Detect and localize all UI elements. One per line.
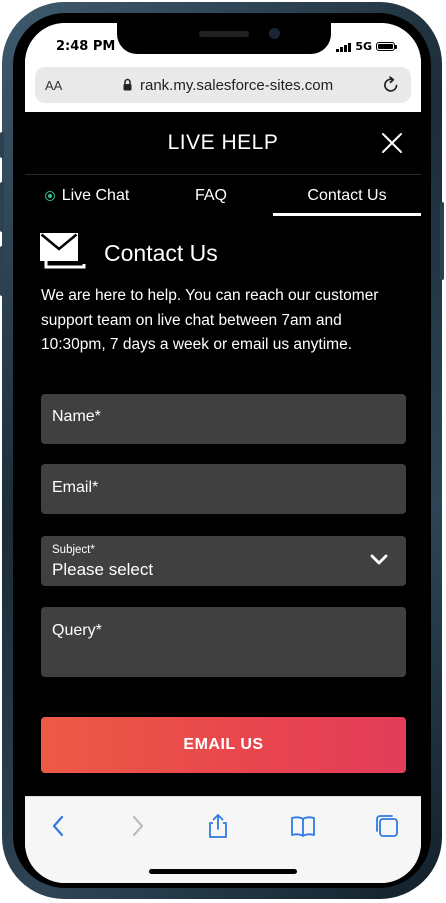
subject-value: Please select: [52, 560, 154, 579]
contact-us-heading: Contact Us: [104, 240, 218, 266]
live-help-title: LIVE HELP: [167, 131, 279, 154]
front-camera: [269, 28, 280, 39]
phone-screen: 2:48 PM 5G AA rank.my.salesforce-sites.c…: [25, 23, 421, 883]
address-bar[interactable]: AA rank.my.salesforce-sites.com: [35, 67, 411, 103]
tab-faq[interactable]: FAQ: [149, 175, 273, 216]
online-status-icon: [44, 190, 55, 201]
tabs-icon[interactable]: [374, 813, 400, 839]
tab-live-chat[interactable]: Live Chat: [25, 175, 149, 216]
chevron-down-icon: [370, 554, 388, 565]
forward-icon[interactable]: [124, 813, 150, 839]
mail-stack-icon: [40, 233, 86, 269]
close-icon[interactable]: [381, 132, 403, 154]
tab-contact-us[interactable]: Contact Us: [273, 175, 421, 216]
contact-intro-text: We are here to help. You can reach our c…: [41, 287, 379, 353]
lock-icon: [123, 78, 132, 91]
query-field[interactable]: Query*: [41, 607, 406, 677]
live-help-header: LIVE HELP: [25, 112, 421, 172]
signal-icon: [336, 42, 352, 52]
status-bar: 2:48 PM 5G: [25, 23, 421, 69]
tab-contact-us-label: Contact Us: [307, 186, 387, 204]
browser-toolbar: [25, 796, 421, 883]
live-help-panel: LIVE HELP Live Chat FAQ Contact Us Conta: [25, 112, 421, 796]
back-icon[interactable]: [46, 813, 72, 839]
volume-up-button: [0, 182, 4, 232]
email-placeholder: Email*: [52, 479, 99, 496]
speaker: [199, 31, 249, 37]
bookmarks-icon[interactable]: [290, 813, 316, 839]
volume-down-button: [0, 246, 4, 296]
home-indicator: [149, 869, 297, 874]
email-field[interactable]: Email*: [41, 464, 406, 514]
mute-switch: [0, 132, 4, 158]
name-placeholder: Name*: [52, 408, 101, 425]
share-icon[interactable]: [205, 813, 231, 839]
battery-icon: [376, 42, 397, 51]
name-field[interactable]: Name*: [41, 394, 406, 444]
url-text[interactable]: rank.my.salesforce-sites.com: [140, 77, 333, 94]
tab-faq-label: FAQ: [194, 186, 227, 204]
network-type: 5G: [355, 40, 372, 53]
power-button: [440, 202, 444, 280]
reload-icon[interactable]: [381, 75, 401, 95]
email-us-button[interactable]: EMAIL US: [41, 717, 406, 773]
subject-select[interactable]: Subject* Please select: [41, 536, 406, 586]
notch: [117, 23, 331, 54]
status-indicators: 5G: [336, 40, 397, 53]
query-placeholder: Query*: [52, 622, 102, 639]
subject-label: Subject*: [52, 544, 95, 556]
tab-live-chat-label: Live Chat: [61, 186, 130, 204]
text-size-button[interactable]: AA: [45, 78, 62, 93]
status-time: 2:48 PM: [56, 39, 116, 54]
help-tabs: Live Chat FAQ Contact Us: [25, 175, 421, 216]
active-tab-indicator: [273, 213, 421, 216]
